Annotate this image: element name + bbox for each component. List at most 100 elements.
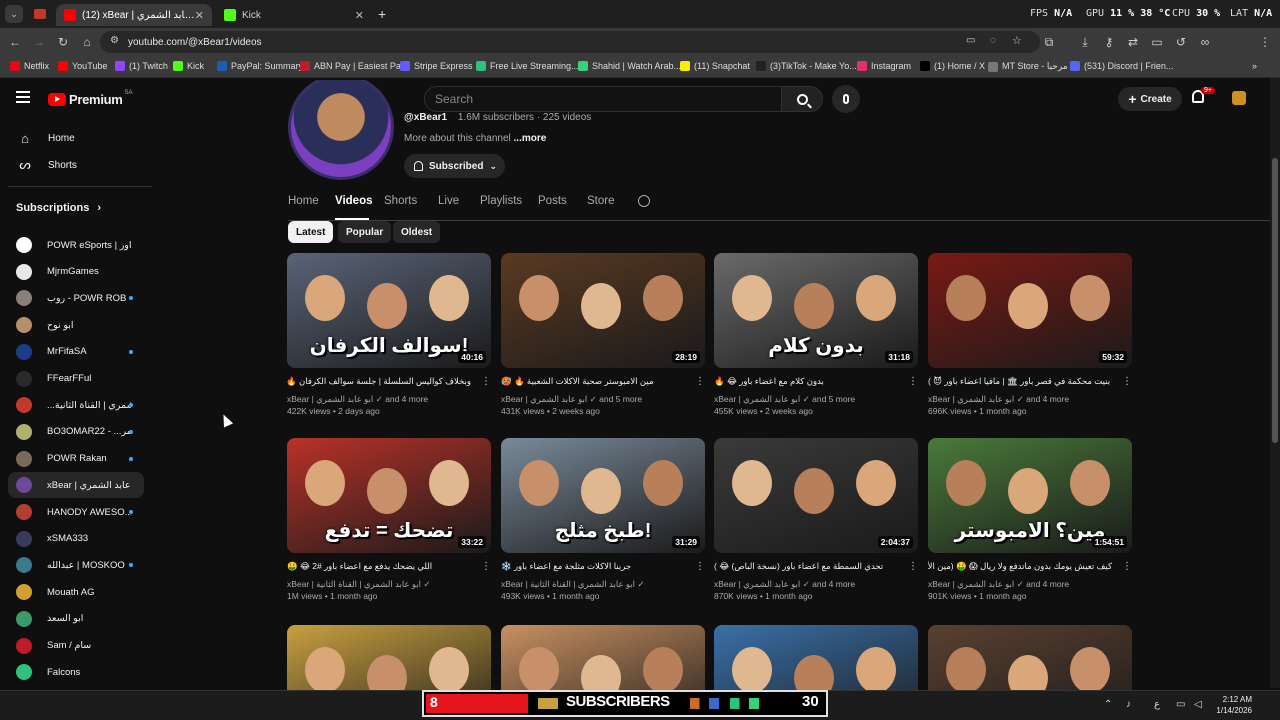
sidebar-subscription-item[interactable]: MrFifaSA bbox=[8, 339, 144, 365]
subscribed-button[interactable]: Subscribed ⌄ bbox=[404, 154, 505, 178]
video-card[interactable]: سوالف الكرفان! 40:16 وبخلاف كواليس السلسلة… bbox=[287, 253, 491, 416]
tab-store[interactable]: Store bbox=[587, 195, 615, 207]
forward-icon[interactable]: → bbox=[32, 35, 46, 49]
more-actions-icon[interactable]: ⋮ bbox=[908, 376, 918, 387]
video-card[interactable]: 28:19 مين الامبوستر صحبة الاكلات الشعبية … bbox=[501, 253, 705, 416]
more-actions-icon[interactable]: ⋮ bbox=[481, 561, 491, 572]
video-card[interactable]: مين؟ الامبوستر 1:54:51 كيف تعيش يومك بدون … bbox=[928, 438, 1132, 601]
bookmark-item[interactable]: Instagram bbox=[857, 61, 911, 71]
filter-chip-popular[interactable]: Popular bbox=[338, 221, 392, 243]
video-thumbnail[interactable]: مين؟ الامبوستر 1:54:51 bbox=[928, 438, 1132, 553]
sidebar-subscription-item[interactable]: Falcons bbox=[8, 659, 144, 685]
sidebar-subscription-item[interactable]: عبدالله | MOSKOO bbox=[8, 552, 144, 578]
key-icon[interactable]: ⚷ bbox=[1102, 35, 1116, 49]
video-thumbnail[interactable]: كشتة باور bbox=[501, 625, 705, 690]
video-card[interactable]: 59:32 بنيت محكمة في قصر باور 🏛 | مافيا اع… bbox=[928, 253, 1132, 416]
video-card[interactable]: تضحك = تدفع 33:22 اللي يضحك يدفع مع اعضاء … bbox=[287, 438, 491, 601]
tab-youtube[interactable]: (12) xBear | ابو عابد الشمري - YouTube ✕ bbox=[56, 4, 212, 26]
more-actions-icon[interactable]: ⋮ bbox=[1122, 561, 1132, 572]
sidebar-subscription-item[interactable]: ابو نوح bbox=[8, 312, 144, 338]
bookmark-item[interactable]: Kick bbox=[173, 61, 204, 71]
video-card[interactable] bbox=[928, 625, 1132, 690]
close-icon[interactable]: ✕ bbox=[195, 9, 204, 22]
extensions-icon[interactable]: ⧉ bbox=[1042, 35, 1056, 49]
video-thumbnail[interactable]: 2:04:37 bbox=[714, 438, 918, 553]
sidebar-subscription-item[interactable]: FFearFFul bbox=[8, 366, 144, 392]
account-avatar[interactable] bbox=[1232, 91, 1246, 105]
tab-home[interactable]: Home bbox=[288, 195, 319, 207]
video-card[interactable]: طبخ مثلج! 31:29 جربنا الاكلات مثلجة مع اعض… bbox=[501, 438, 705, 601]
video-card[interactable]: بدون كلام 31:18 بدون كلام مع اعضاء باور 😂 … bbox=[714, 253, 918, 416]
create-button[interactable]: + Create bbox=[1118, 87, 1182, 111]
reload-icon[interactable]: ↻ bbox=[56, 35, 70, 49]
volume-icon[interactable]: ◁ bbox=[1194, 699, 1202, 710]
video-title[interactable]: مين الامبوستر صحبة الاكلات الشعبية 🔥 🥵 bbox=[501, 376, 685, 387]
video-channel-line[interactable]: xBear | ابو عابد الشمري ✓ and 4 more bbox=[714, 579, 855, 590]
search-input[interactable]: Search bbox=[424, 86, 782, 112]
translate-icon[interactable]: ⇄ bbox=[1126, 35, 1140, 49]
video-thumbnail[interactable]: تضحك = تدفع 33:22 bbox=[287, 438, 491, 553]
sidebar-subscription-item[interactable]: MjrmGames bbox=[8, 259, 144, 285]
eye-off-icon[interactable]: ◌ bbox=[990, 35, 996, 46]
language-indicator[interactable]: ع bbox=[1154, 699, 1160, 710]
new-tab-button[interactable]: + bbox=[378, 6, 386, 22]
voice-search-button[interactable] bbox=[832, 85, 860, 113]
video-thumbnail[interactable]: بدون كلام 31:18 bbox=[714, 253, 918, 368]
page-scrollbar[interactable] bbox=[1270, 78, 1280, 688]
bookmark-item[interactable]: Free Live Streaming... bbox=[476, 61, 579, 71]
sidebar-item-shorts[interactable]: ᔕ Shorts bbox=[8, 152, 144, 178]
sidebar-subscription-item[interactable]: POWR Rakan bbox=[8, 446, 144, 472]
bookmark-item[interactable]: (1) Home / X bbox=[920, 61, 985, 71]
video-title[interactable]: وبخلاف كواليس السلسلة | جلسة سوالف الكرف… bbox=[287, 376, 471, 387]
notifications-button[interactable]: 9+ bbox=[1192, 87, 1215, 108]
video-thumbnail[interactable] bbox=[928, 625, 1132, 690]
sidebar-subscription-item[interactable]: HANODY AWESO... bbox=[8, 499, 144, 525]
bookmark-star-icon[interactable]: ☆ bbox=[1012, 34, 1022, 47]
video-channel-line[interactable]: xBear | ابو عابد الشمري ✓ and 5 more bbox=[714, 394, 855, 405]
bookmark-item[interactable]: Stripe Express bbox=[400, 61, 473, 71]
tab-playlists[interactable]: Playlists bbox=[480, 195, 522, 207]
close-icon[interactable]: ✕ bbox=[355, 9, 364, 22]
video-title[interactable]: كيف تعيش يومك بدون ماتدفع ولا ريال 😱 🤑 (… bbox=[928, 561, 1112, 572]
link-icon[interactable]: ∞ bbox=[1198, 35, 1212, 49]
video-channel-line[interactable]: xBear | ابو عابد الشمري ✓ and 4 more bbox=[928, 394, 1069, 405]
sidebar-item-home[interactable]: ⌂ Home bbox=[8, 125, 144, 151]
video-channel-line[interactable]: xBear | ابو عابد الشمري | القناة الثانية… bbox=[501, 579, 645, 590]
video-thumbnail[interactable]: تضحك = تدفع bbox=[287, 625, 491, 690]
network-icon[interactable]: ▭ bbox=[1176, 699, 1185, 710]
hamburger-icon[interactable] bbox=[16, 91, 30, 103]
filter-chip-latest[interactable]: Latest bbox=[288, 221, 334, 243]
mic-icon[interactable]: ♪ bbox=[1126, 699, 1131, 710]
tab-videos[interactable]: Videos bbox=[335, 195, 373, 207]
more-actions-icon[interactable]: ⋮ bbox=[1122, 376, 1132, 387]
bookmark-item[interactable]: (531) Discord | Frien... bbox=[1070, 61, 1173, 71]
clock[interactable]: 2:12 AM 1/14/2026 bbox=[1214, 694, 1252, 716]
video-channel-line[interactable]: xBear | ابو عابد الشمري ✓ and 5 more bbox=[501, 394, 642, 405]
youtube-logo[interactable]: Premium SA bbox=[48, 90, 133, 107]
bookmark-item[interactable]: (3)TikTok - Make Yo... bbox=[756, 61, 857, 71]
chevron-up-icon[interactable]: ⌃ bbox=[1104, 699, 1112, 710]
sidebar-subscription-item[interactable]: BO3OMAR22 - ...مر bbox=[8, 419, 144, 445]
video-channel-line[interactable]: xBear | ابو عابد الشمري | القناة الثانية… bbox=[287, 579, 431, 590]
sidebar-subscription-item[interactable]: روب - POWR ROB bbox=[8, 285, 144, 311]
video-thumbnail[interactable]: سوالف الكرفان! 40:16 bbox=[287, 253, 491, 368]
tab-posts[interactable]: Posts bbox=[538, 195, 567, 207]
bookmark-item[interactable]: Shahid | Watch Arab... bbox=[578, 61, 681, 71]
bookmark-item[interactable]: (1) Twitch bbox=[115, 61, 168, 71]
video-thumbnail[interactable]: 59:32 bbox=[928, 253, 1132, 368]
card-icon[interactable]: ▭ bbox=[1150, 35, 1164, 49]
channel-search-icon[interactable] bbox=[638, 195, 650, 207]
bookmark-item[interactable]: PayPal: Summary bbox=[217, 61, 303, 71]
cast-icon[interactable]: ▭ bbox=[966, 35, 975, 46]
address-bar[interactable]: ⚙ youtube.com/@xBear1/videos ▭ ◌ ☆ bbox=[100, 31, 1040, 53]
sidebar-subscription-item[interactable]: POWR eSports | باور bbox=[8, 232, 144, 258]
bookmark-item[interactable]: ABN Pay | Easiest Pa... bbox=[300, 61, 408, 71]
tab-shorts[interactable]: Shorts bbox=[384, 195, 417, 207]
sidebar-subscription-item[interactable]: Sam / سام bbox=[8, 633, 144, 659]
channel-about[interactable]: More about this channel ...more bbox=[404, 133, 546, 144]
about-more-link[interactable]: ...more bbox=[514, 133, 547, 144]
search-button[interactable] bbox=[781, 86, 823, 112]
more-actions-icon[interactable]: ⋮ bbox=[695, 561, 705, 572]
video-card[interactable]: 2:04:37 تحدي السمطة مع اعضاء باور (نسخة ا… bbox=[714, 438, 918, 601]
site-info-icon[interactable]: ⚙ bbox=[110, 35, 119, 46]
